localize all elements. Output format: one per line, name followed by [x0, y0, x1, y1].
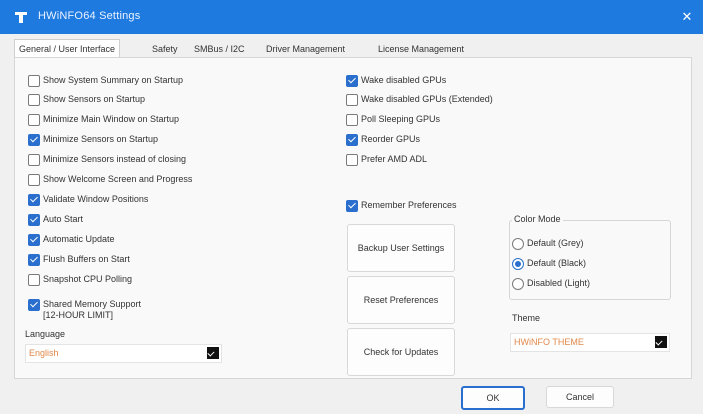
checkbox-box	[346, 114, 358, 126]
checkbox-box	[28, 114, 40, 126]
check-for-updates-button[interactable]: Check for Updates	[347, 328, 455, 376]
chevron-down-icon	[207, 347, 219, 359]
radio-dot	[512, 278, 524, 290]
checkbox-box	[28, 254, 40, 266]
backup-user-settings-button[interactable]: Backup User Settings	[347, 224, 455, 272]
checkbox-box	[346, 94, 358, 106]
settings-window: HWiNFO64 Settings ✕ General / User Inter…	[0, 0, 703, 414]
checkbox-box	[28, 174, 40, 186]
language-label: Language	[25, 329, 66, 339]
theme-select[interactable]: HWiNFO THEME	[510, 333, 670, 352]
checkbox-box	[28, 274, 40, 286]
checkbox-box	[346, 134, 358, 146]
checkbox-box	[28, 234, 40, 246]
ok-button[interactable]: OK	[461, 386, 525, 410]
checkbox-box	[346, 75, 358, 87]
tab-general[interactable]: General / User Interface	[14, 39, 121, 58]
shared-memory-note: [12-HOUR LIMIT]	[43, 310, 114, 320]
checkbox-label: Show Welcome Screen and Progress	[43, 174, 193, 184]
checkbox-box	[28, 194, 40, 206]
theme-label: Theme	[512, 313, 541, 323]
checkbox-label: Wake disabled GPUs	[361, 75, 447, 85]
checkbox-label: Snapshot CPU Polling	[43, 274, 133, 284]
tab-driver-management[interactable]: Driver Management	[266, 40, 345, 58]
checkbox-box	[346, 200, 358, 212]
radio-label: Default (Black)	[527, 258, 587, 268]
checkbox-label: Flush Buffers on Start	[43, 254, 130, 264]
window-title: HWiNFO64 Settings	[38, 10, 141, 22]
checkbox-label: Remember Preferences	[361, 200, 457, 210]
radio-label: Disabled (Light)	[527, 278, 591, 288]
chevron-down-icon	[655, 336, 667, 348]
language-value: English	[29, 348, 59, 358]
checkbox-box	[28, 299, 40, 311]
checkbox-label: Auto Start	[43, 214, 84, 224]
checkbox-box	[28, 134, 40, 146]
language-select[interactable]: English	[25, 344, 222, 363]
checkbox-box	[346, 154, 358, 166]
radio-dot	[512, 238, 524, 250]
reset-preferences-button[interactable]: Reset Preferences	[347, 276, 455, 324]
checkbox-label: Minimize Sensors instead of closing	[43, 154, 187, 164]
app-icon	[15, 12, 27, 23]
radio-label: Default (Grey)	[527, 238, 584, 248]
checkbox-label: Minimize Sensors on Startup	[43, 134, 159, 144]
checkbox-label: Minimize Main Window on Startup	[43, 114, 180, 124]
checkbox-box	[28, 214, 40, 226]
title-bar: HWiNFO64 Settings ✕	[0, 0, 703, 34]
checkbox-label: Wake disabled GPUs (Extended)	[361, 94, 493, 104]
color-mode-title: Color Mode	[512, 214, 563, 224]
checkbox-label: Show Sensors on Startup	[43, 94, 146, 104]
tab-smbus[interactable]: SMBus / I2C	[194, 40, 245, 58]
theme-value: HWiNFO THEME	[514, 337, 584, 347]
checkbox-label: Reorder GPUs	[361, 134, 421, 144]
cancel-button[interactable]: Cancel	[546, 386, 614, 408]
checkbox-label: Show System Summary on Startup	[43, 75, 184, 85]
close-icon[interactable]: ✕	[679, 9, 695, 25]
tab-safety[interactable]: Safety	[152, 40, 178, 58]
checkbox-label: Poll Sleeping GPUs	[361, 114, 441, 124]
checkbox-label: Automatic Update	[43, 234, 115, 244]
checkbox-box	[28, 75, 40, 87]
checkbox-box	[28, 154, 40, 166]
tab-license-management[interactable]: License Management	[378, 40, 464, 58]
checkbox-label: Prefer AMD ADL	[361, 154, 428, 164]
radio-dot	[512, 258, 524, 270]
checkbox-box	[28, 94, 40, 106]
checkbox-label: Validate Window Positions	[43, 194, 149, 204]
